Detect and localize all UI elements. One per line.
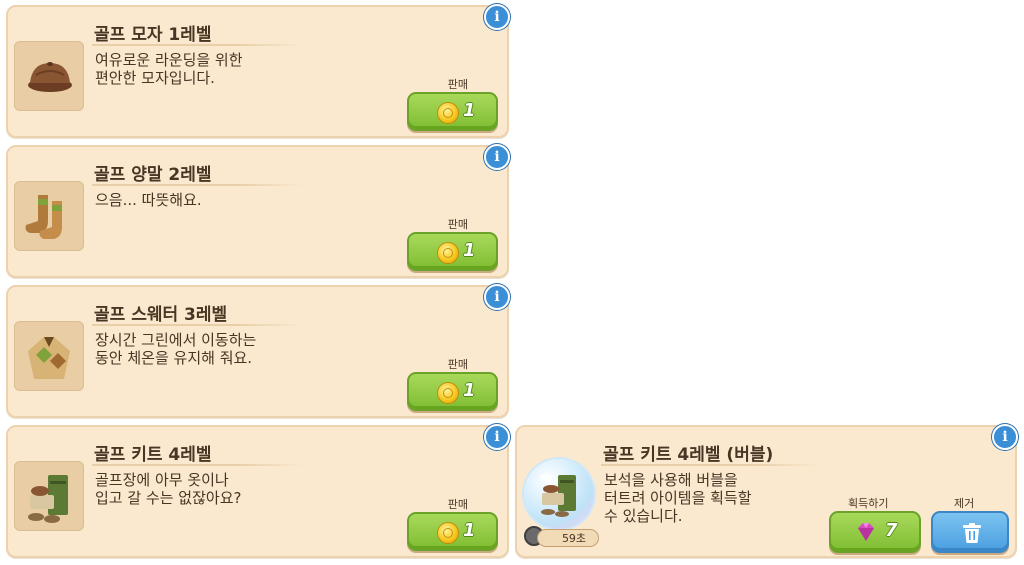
get-with-gems-button[interactable]: 7: [829, 511, 921, 553]
item-title: 골프 키트 4레벨 (버블): [603, 445, 774, 465]
desc-line: 골프장에 아무 옷이나: [95, 471, 229, 489]
item-title: 골프 양말 2레벨: [94, 165, 212, 185]
info-icon[interactable]: i: [992, 424, 1018, 450]
divider: [92, 464, 304, 466]
divider: [601, 464, 821, 466]
sell-button[interactable]: 1: [407, 372, 498, 411]
sell-price: 1: [463, 520, 476, 541]
desc-line: 장시간 그린에서 이동하는: [95, 331, 257, 349]
sell-label: 판매: [447, 498, 468, 511]
info-icon[interactable]: i: [484, 4, 510, 30]
info-icon[interactable]: i: [484, 424, 510, 450]
sell-label: 판매: [447, 78, 468, 91]
coin-icon: [437, 522, 459, 544]
bubble-timer: 59초: [537, 529, 599, 547]
get-label: 획득하기: [848, 497, 889, 510]
item-description: 보석을 사용해 버블을 터트려 아이템을 획득할 수 있습니다.: [604, 471, 834, 525]
sell-button[interactable]: 1: [407, 512, 498, 551]
item-card-golf-kit-bubble: i 59초 골프 키트 4레벨 (버블) 보석을 사용해 버블을 터트려 아이템…: [515, 424, 1018, 558]
item-description: 여유로운 라운딩을 위한 편안한 모자입니다.: [95, 51, 325, 87]
item-description: 으음... 따뜻해요.: [95, 191, 325, 209]
item-description: 장시간 그린에서 이동하는 동안 체온을 유지해 줘요.: [95, 331, 325, 367]
trash-icon: [963, 523, 981, 543]
info-icon[interactable]: i: [484, 144, 510, 170]
desc-line: 편안한 모자입니다.: [95, 69, 215, 87]
item-title: 골프 키트 4레벨: [94, 445, 212, 465]
sell-label: 판매: [447, 218, 468, 231]
golf-hat-icon: [14, 41, 84, 111]
info-icon[interactable]: i: [484, 284, 510, 310]
desc-line: 으음... 따뜻해요.: [95, 191, 202, 209]
desc-line: 여유로운 라운딩을 위한: [95, 51, 243, 69]
sell-button[interactable]: 1: [407, 232, 498, 271]
divider: [92, 324, 304, 326]
coin-icon: [437, 242, 459, 264]
divider: [92, 44, 304, 46]
divider: [92, 184, 304, 186]
item-title: 골프 모자 1레벨: [94, 25, 212, 45]
gem-cost: 7: [885, 520, 898, 541]
item-card-golf-socks: i 골프 양말 2레벨 으음... 따뜻해요. 판매 1: [6, 144, 510, 278]
desc-line: 보석을 사용해 버블을: [604, 471, 738, 489]
desc-line: 터트려 아이템을 획득할: [604, 489, 752, 507]
item-description: 골프장에 아무 옷이나 입고 갈 수는 없잖아요?: [95, 471, 325, 507]
golf-sweater-icon: [14, 321, 84, 391]
desc-line: 수 있습니다.: [604, 507, 683, 525]
gem-icon: [858, 523, 874, 541]
sell-button[interactable]: 1: [407, 92, 498, 131]
item-card-golf-kit: i 골프 키트 4레벨 골프장에 아무 옷이나 입고 갈 수는 없잖아요? 판매…: [6, 424, 510, 558]
item-card-golf-hat: i 골프 모자 1레벨 여유로운 라운딩을 위한 편안한 모자입니다. 판매 1: [6, 4, 510, 138]
remove-label: 제거: [954, 497, 975, 510]
coin-icon: [437, 102, 459, 124]
coin-icon: [437, 382, 459, 404]
item-title: 골프 스웨터 3레벨: [94, 305, 228, 325]
desc-line: 입고 갈 수는 없잖아요?: [95, 489, 242, 507]
golf-kit-icon: [14, 461, 84, 531]
sell-price: 1: [463, 380, 476, 401]
golf-kit-bubble-icon: [524, 459, 594, 529]
sell-label: 판매: [447, 358, 468, 371]
sell-price: 1: [463, 240, 476, 261]
item-card-golf-sweater: i 골프 스웨터 3레벨 장시간 그린에서 이동하는 동안 체온을 유지해 줘요…: [6, 284, 510, 418]
sell-price: 1: [463, 100, 476, 121]
desc-line: 동안 체온을 유지해 줘요.: [95, 349, 253, 367]
remove-button[interactable]: [931, 511, 1009, 553]
golf-socks-icon: [14, 181, 84, 251]
